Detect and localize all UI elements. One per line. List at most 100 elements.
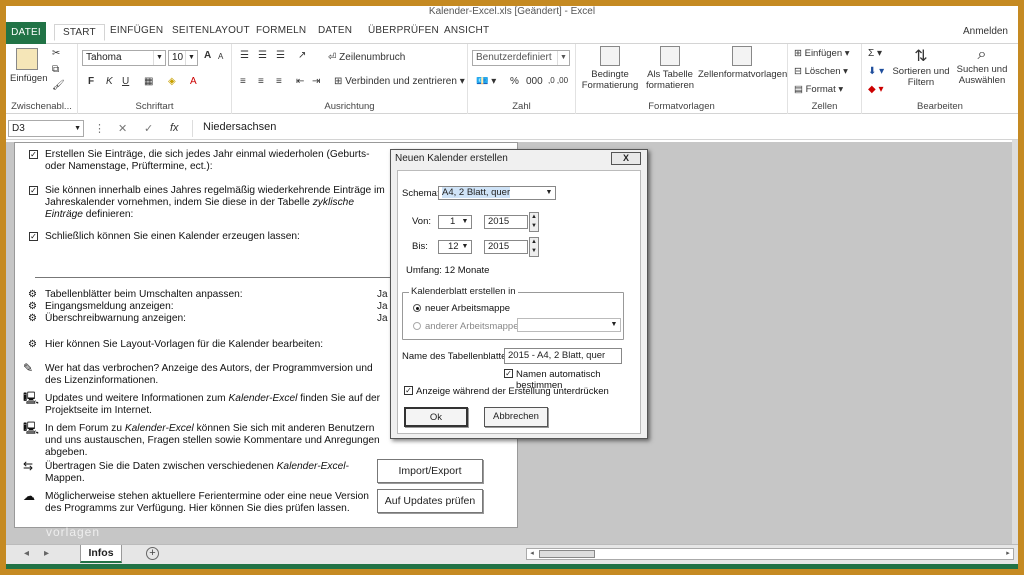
- import-export-button[interactable]: Import/Export: [377, 459, 483, 483]
- align-top-icon[interactable]: ☰: [240, 50, 249, 61]
- ok-button[interactable]: Ok: [404, 407, 468, 427]
- paste-button[interactable]: Einfügen: [10, 48, 48, 84]
- decimal-icon[interactable]: ,0 ,00: [548, 76, 568, 85]
- fill-icon[interactable]: ⬇ ▾: [868, 66, 884, 77]
- bold-button[interactable]: F: [88, 76, 94, 87]
- prev-sheet-icon[interactable]: ◂: [24, 548, 29, 559]
- next-sheet-icon[interactable]: ▸: [44, 548, 49, 559]
- tab-einfuegen[interactable]: EINFÜGEN: [110, 25, 163, 36]
- wrap-text-button[interactable]: ⏎ Zeilenumbruch: [328, 52, 405, 63]
- format-cells-button[interactable]: ▤ Format ▾: [794, 84, 843, 95]
- sheet-tab-infos[interactable]: Infos: [80, 545, 122, 563]
- tab-ueberpruefen[interactable]: ÜBERPRÜFEN: [368, 25, 439, 36]
- delete-cells-button[interactable]: ⊟ Löschen ▾: [794, 66, 848, 77]
- radio-new-workbook[interactable]: [413, 304, 421, 312]
- checkbox-icon: ✓: [29, 232, 38, 241]
- percent-icon[interactable]: %: [510, 76, 519, 87]
- format-painter-icon[interactable]: 🖌: [52, 80, 65, 91]
- indent-increase-icon[interactable]: ⇥: [312, 76, 320, 87]
- insert-cells-button[interactable]: ⊞ Einfügen ▾: [794, 48, 850, 59]
- sheet-name-label: Name des Tabellenblattes:: [402, 351, 514, 362]
- check-updates-button[interactable]: Auf Updates prüfen: [377, 489, 483, 513]
- sheet-name-input[interactable]: 2015 - A4, 2 Blatt, quer: [504, 348, 622, 364]
- enter-icon[interactable]: ✓: [144, 122, 153, 135]
- align-middle-icon[interactable]: ☰: [258, 50, 267, 61]
- border-icon[interactable]: ▦: [144, 76, 153, 87]
- scroll-right-icon[interactable]: ▸: [1003, 549, 1013, 559]
- shrink-font-button[interactable]: A: [218, 52, 223, 61]
- list-item: ⚙ Überschreibwarnung anzeigen:: [28, 313, 187, 324]
- font-name-combo[interactable]: Tahoma ▼: [82, 50, 166, 66]
- vertical-scrollbar[interactable]: [1012, 140, 1018, 544]
- autosum-icon[interactable]: Σ ▾: [868, 48, 882, 59]
- from-month-select[interactable]: 1 ▼: [438, 215, 472, 229]
- font-color-icon[interactable]: A: [190, 76, 197, 87]
- group-label-cells: Zellen: [811, 101, 838, 112]
- font-size-combo[interactable]: 10 ▼: [168, 50, 198, 66]
- to-year-spinner[interactable]: ▲ ▼: [529, 237, 539, 257]
- option-value[interactable]: Ja: [377, 301, 388, 312]
- scroll-left-icon[interactable]: ◂: [527, 549, 537, 559]
- to-year-input[interactable]: 2015: [484, 240, 528, 254]
- checkbox-icon: ✓: [29, 150, 38, 159]
- align-center-icon[interactable]: ≡: [258, 76, 264, 87]
- insert-icon: ⊞: [794, 48, 802, 59]
- other-workbook-select[interactable]: ▼: [517, 318, 621, 332]
- tab-formeln[interactable]: FORMELN: [256, 25, 306, 36]
- cut-icon[interactable]: ✂: [52, 48, 60, 59]
- grow-font-button[interactable]: A: [204, 50, 211, 61]
- tab-ansicht[interactable]: ANSICHT: [444, 25, 489, 36]
- chevron-down-icon: ▼: [153, 51, 165, 65]
- tab-start[interactable]: START: [54, 24, 105, 41]
- number-format-combo[interactable]: Benutzerdefiniert ▼: [472, 50, 570, 66]
- format-as-table-button[interactable]: Als Tabelle formatieren: [644, 46, 696, 91]
- align-right-icon[interactable]: ≡: [276, 76, 282, 87]
- from-year-spinner[interactable]: ▲ ▼: [529, 212, 539, 232]
- option-value[interactable]: Ja: [377, 313, 388, 324]
- group-number: Benutzerdefiniert ▼ 💶 ▾ % 000 ,0 ,00 Zahl: [468, 44, 576, 114]
- pen-icon: ✎: [23, 361, 34, 375]
- auto-name-checkbox[interactable]: ✓: [504, 369, 513, 378]
- indent-decrease-icon[interactable]: ⇤: [296, 76, 304, 87]
- thousands-icon[interactable]: 000: [526, 76, 543, 87]
- formula-input[interactable]: Niedersachsen: [192, 120, 1012, 137]
- scroll-thumb[interactable]: [539, 550, 595, 558]
- group-label-styles: Formatvorlagen: [648, 101, 715, 112]
- orientation-icon[interactable]: ↗: [298, 50, 306, 61]
- fill-color-icon[interactable]: ◈: [168, 76, 176, 87]
- copy-icon[interactable]: ⧉: [52, 64, 59, 75]
- schema-select[interactable]: A4, 2 Blatt, quer ▼: [438, 186, 556, 200]
- cancel-icon[interactable]: ✕: [118, 122, 127, 135]
- tab-daten[interactable]: DATEN: [318, 25, 352, 36]
- list-item: ⇆ Übertragen Sie die Daten zwischen vers…: [23, 459, 349, 484]
- sign-in-link[interactable]: Anmelden: [963, 26, 1008, 37]
- clear-icon[interactable]: ◆ ▾: [868, 84, 884, 95]
- close-button[interactable]: X: [611, 152, 641, 165]
- horizontal-scrollbar[interactable]: ◂ ▸: [526, 548, 1014, 560]
- option-value[interactable]: Ja: [377, 289, 388, 300]
- radio-other-workbook[interactable]: [413, 322, 421, 330]
- chevron-down-icon: ▼: [461, 218, 469, 225]
- italic-button[interactable]: K: [106, 76, 113, 87]
- to-month-select[interactable]: 12 ▼: [438, 240, 472, 254]
- tab-seitenlayout[interactable]: SEITENLAYOUT: [172, 25, 250, 36]
- from-year-input[interactable]: 2015: [484, 215, 528, 229]
- function-icon[interactable]: fx: [170, 122, 179, 134]
- conditional-formatting-button[interactable]: Bedingte Formatierung: [578, 46, 642, 91]
- sort-filter-button[interactable]: ⇅ Sortieren und Filtern: [892, 46, 950, 88]
- cell-styles-button[interactable]: Zellenformatvorlagen: [698, 46, 787, 80]
- schema-label: Schema:: [402, 188, 440, 199]
- tab-datei[interactable]: DATEI: [6, 22, 46, 44]
- underline-button[interactable]: U: [122, 76, 129, 87]
- name-box[interactable]: D3 ▼: [8, 120, 84, 137]
- align-left-icon[interactable]: ≡: [240, 76, 246, 87]
- add-sheet-icon[interactable]: +: [146, 547, 159, 560]
- status-bar: [6, 564, 1018, 569]
- suppress-display-checkbox[interactable]: ✓: [404, 386, 413, 395]
- cancel-button[interactable]: Abbrechen: [484, 407, 548, 427]
- find-select-button[interactable]: ⌕ Suchen und Auswählen: [952, 46, 1012, 86]
- align-bottom-icon[interactable]: ☰: [276, 50, 285, 61]
- merge-center-button[interactable]: ⊞ Verbinden und zentrieren ▾: [334, 76, 465, 87]
- currency-icon[interactable]: 💶 ▾: [476, 76, 496, 87]
- gear-icon: ⚙: [28, 313, 37, 324]
